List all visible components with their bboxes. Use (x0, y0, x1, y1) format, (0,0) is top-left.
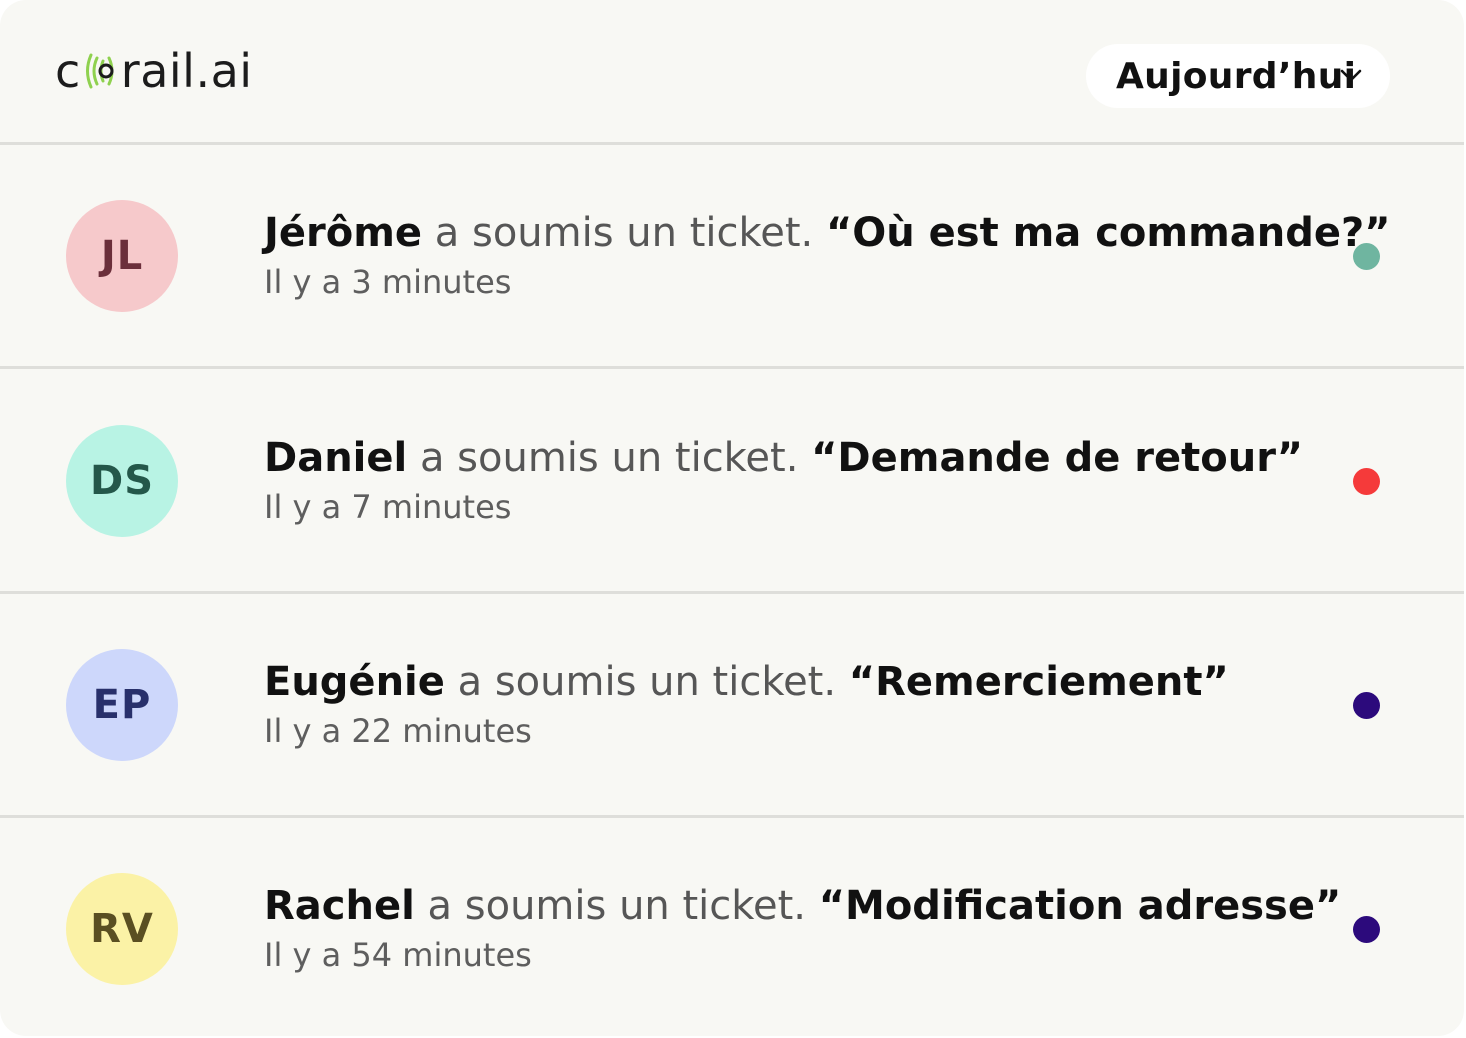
ticket-row[interactable]: RV Rachel a soumis un ticket. “Modificat… (0, 818, 1464, 1036)
chevron-down-icon (1340, 69, 1362, 82)
ticket-subject: “Remerciement” (848, 659, 1229, 705)
ticket-summary: Eugénie a soumis un ticket. “Remerciemen… (264, 656, 1324, 708)
status-dot (1353, 468, 1380, 495)
customer-name: Daniel (264, 435, 408, 481)
ticket-action: a soumis un ticket. (444, 659, 849, 705)
ticket-time: Il y a 22 minutes (264, 712, 532, 750)
ticket-subject: “Modification adresse” (818, 883, 1342, 929)
customer-name: Rachel (264, 883, 415, 929)
ticket-action: a soumis un ticket. (407, 435, 812, 481)
avatar: RV (66, 873, 178, 985)
logo[interactable]: c rail.ai (55, 40, 253, 102)
ticket-subject: “Où est ma commande?” (825, 210, 1391, 256)
coral-wave-icon (82, 48, 120, 94)
ticket-time: Il y a 7 minutes (264, 488, 512, 526)
logo-prefix: c (55, 44, 81, 98)
customer-name: Jérôme (264, 210, 423, 256)
ticket-feed-card: c rail.ai Aujourd’hui JL Jérôme a soumis… (0, 0, 1464, 1036)
status-dot (1353, 243, 1380, 270)
ticket-row[interactable]: DS Daniel a soumis un ticket. “Demande d… (0, 370, 1464, 594)
ticket-time: Il y a 3 minutes (264, 263, 512, 301)
header: c rail.ai Aujourd’hui (0, 0, 1464, 145)
ticket-action: a soumis un ticket. (414, 883, 819, 929)
status-dot (1353, 692, 1380, 719)
ticket-summary: Rachel a soumis un ticket. “Modification… (264, 880, 1341, 932)
ticket-summary: Daniel a soumis un ticket. “Demande de r… (264, 432, 1324, 484)
ticket-time: Il y a 54 minutes (264, 936, 532, 974)
avatar: EP (66, 649, 178, 761)
ticket-content: Rachel a soumis un ticket. “Modification… (264, 880, 1341, 976)
ticket-row[interactable]: EP Eugénie a soumis un ticket. “Remercie… (0, 594, 1464, 818)
ticket-action: a soumis un ticket. (422, 210, 826, 256)
ticket-content: Eugénie a soumis un ticket. “Remerciemen… (264, 656, 1324, 752)
ticket-subject: “Demande de retour” (811, 435, 1303, 481)
avatar: DS (66, 425, 178, 537)
date-filter-label: Aujourd’hui (1116, 55, 1357, 97)
date-filter-dropdown[interactable]: Aujourd’hui (1086, 44, 1390, 108)
ticket-content: Jérôme a soumis un ticket. “Où est ma co… (264, 207, 1391, 303)
ticket-content: Daniel a soumis un ticket. “Demande de r… (264, 432, 1324, 528)
avatar: JL (66, 200, 178, 312)
logo-suffix: rail.ai (120, 44, 253, 98)
ticket-row[interactable]: JL Jérôme a soumis un ticket. “Où est ma… (0, 145, 1464, 369)
ticket-summary: Jérôme a soumis un ticket. “Où est ma co… (264, 207, 1391, 259)
customer-name: Eugénie (264, 659, 445, 705)
status-dot (1353, 916, 1380, 943)
